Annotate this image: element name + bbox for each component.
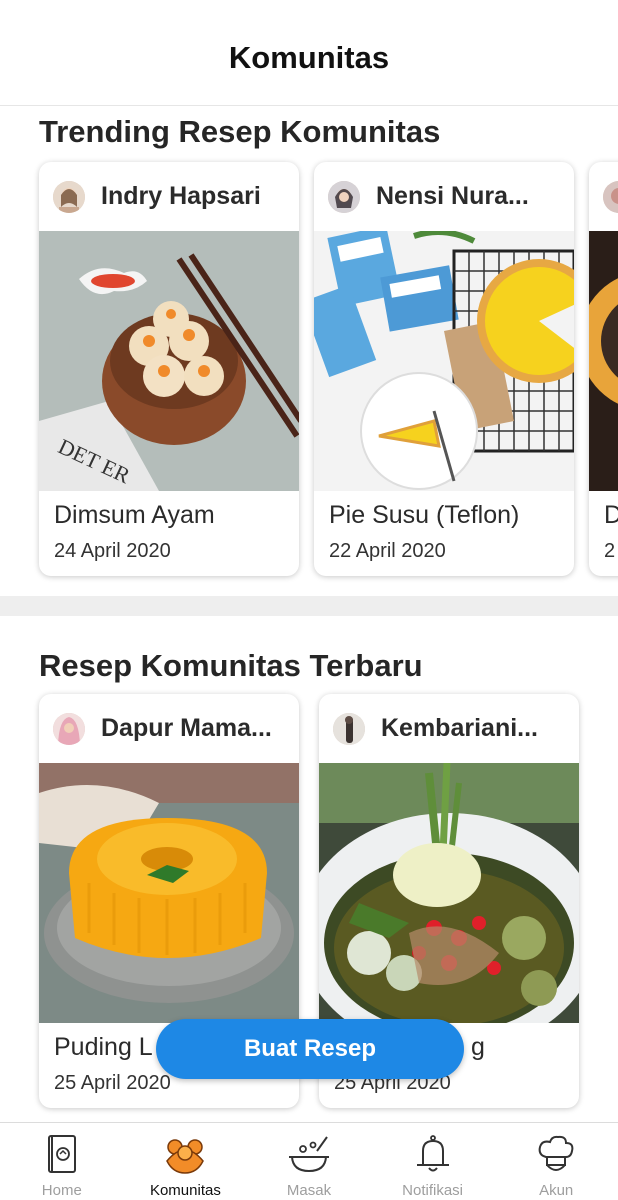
bottom-nav: Home Komunitas Masak Notifikasi Akun <box>0 1122 618 1200</box>
trending-section: Trending Resep Komunitas Indry Hapsari D… <box>0 106 618 596</box>
nav-label: Masak <box>286 1182 332 1199</box>
chef-hat-icon <box>538 1135 574 1171</box>
avatar <box>603 180 618 213</box>
recipe-card[interactable]: Nensi Nura... Pie Susu (Teflon) 22 April… <box>314 162 574 576</box>
card-header: Nensi Nura... <box>314 162 574 231</box>
recipe-date: 2 <box>604 540 616 562</box>
nav-label: Home <box>41 1182 82 1199</box>
author-name: Indry Hapsari <box>101 182 261 210</box>
recipe-title: Dimsum Ayam <box>54 501 215 529</box>
avatar <box>53 180 85 213</box>
section-divider <box>0 596 618 616</box>
card-header: Dapur Mama... <box>39 694 299 763</box>
recipe-book-icon <box>47 1135 76 1173</box>
latest-section-title: Resep Komunitas Terbaru <box>39 648 423 683</box>
card-header: Kembariani... <box>319 694 579 763</box>
avatar <box>328 180 360 213</box>
author-name: Kembariani... <box>381 714 538 742</box>
bell-icon <box>416 1135 449 1172</box>
app-bar: Komunitas <box>0 0 618 106</box>
recipe-image <box>589 231 618 491</box>
recipe-image <box>39 763 299 1023</box>
nav-item-komunitas[interactable]: Komunitas <box>124 1123 248 1200</box>
community-icon <box>166 1139 205 1174</box>
nav-label: Akun <box>539 1182 574 1199</box>
nav-label: Komunitas <box>149 1182 221 1199</box>
nav-label: Notifikasi <box>402 1182 463 1199</box>
avatar <box>53 712 85 745</box>
avatar <box>333 712 365 745</box>
recipe-image <box>319 763 579 1023</box>
author-name: Dapur Mama... <box>101 714 272 742</box>
trending-section-title: Trending Resep Komunitas <box>39 114 441 149</box>
author-name: Nensi Nura... <box>376 182 529 210</box>
recipe-card[interactable]: Indry Hapsari DET ER Dimsum Ayam 24 Apri… <box>39 162 299 576</box>
cooking-pot-icon <box>288 1136 329 1173</box>
recipe-image: DET ER <box>39 231 299 491</box>
recipe-date: 22 April 2020 <box>329 540 446 562</box>
create-recipe-button[interactable]: Buat Resep <box>156 1019 464 1079</box>
recipe-date: 24 April 2020 <box>54 540 171 562</box>
nav-item-masak[interactable]: Masak <box>247 1123 371 1200</box>
page-title: Komunitas <box>228 39 390 75</box>
card-header <box>589 162 618 231</box>
nav-item-notifikasi[interactable]: Notifikasi <box>371 1123 495 1200</box>
recipe-card[interactable]: D 2 <box>589 162 618 576</box>
nav-item-akun[interactable]: Akun <box>494 1123 618 1200</box>
card-header: Indry Hapsari <box>39 162 299 231</box>
recipe-image <box>314 231 574 491</box>
recipe-title: Pie Susu (Teflon) <box>329 501 520 529</box>
nav-item-home[interactable]: Home <box>0 1123 124 1200</box>
recipe-title: D <box>604 501 618 529</box>
